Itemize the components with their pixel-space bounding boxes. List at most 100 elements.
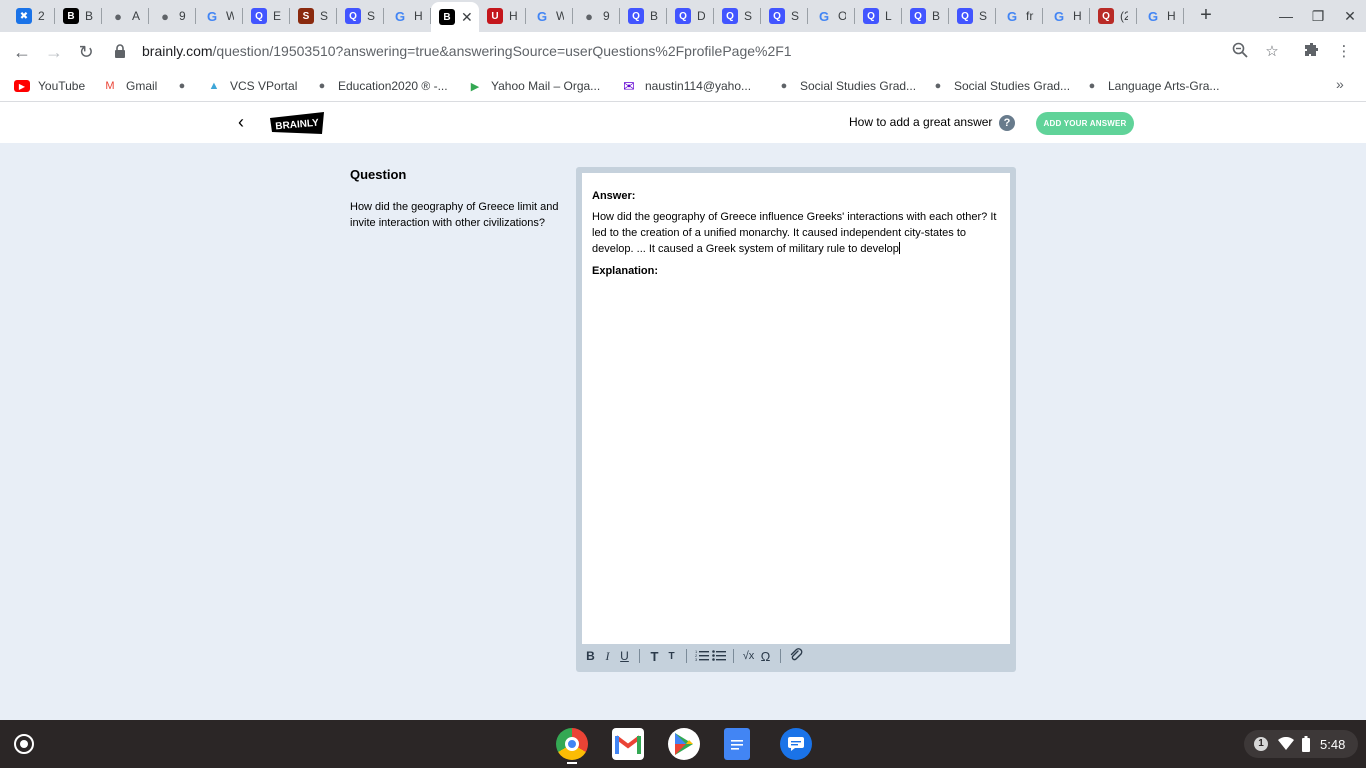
- browser-tab[interactable]: QS: [949, 4, 996, 28]
- notification-count-badge[interactable]: 1: [1254, 737, 1268, 751]
- bookmark-star-icon[interactable]: ☆: [1262, 42, 1282, 62]
- globe-icon: ●: [780, 80, 788, 92]
- google-icon: G: [394, 8, 406, 24]
- youtube-icon: ▶: [14, 80, 30, 92]
- browser-tab[interactable]: GO: [808, 4, 855, 28]
- bookmark-label: YouTube: [38, 79, 86, 93]
- browser-tab[interactable]: BB: [55, 4, 102, 28]
- wifi-icon: [1278, 736, 1294, 756]
- numbered-list-icon[interactable]: 123: [693, 649, 710, 664]
- browser-tab[interactable]: Q (2: [1090, 4, 1137, 28]
- browser-tab[interactable]: QS: [714, 4, 761, 28]
- globe-icon: ●: [585, 8, 593, 24]
- new-tab-button[interactable]: +: [1196, 5, 1216, 25]
- bookmark-item[interactable]: ● Education2020 ® -...: [314, 77, 448, 95]
- bookmark-item[interactable]: ▶ YouTube: [14, 77, 85, 95]
- browser-tab[interactable]: B ✕: [431, 2, 479, 32]
- browser-tab[interactable]: GW: [196, 4, 243, 28]
- browser-tab[interactable]: QL: [855, 4, 902, 28]
- math-formula-icon[interactable]: √x: [740, 650, 757, 662]
- add-your-answer-button[interactable]: ADD YOUR ANSWER: [1036, 112, 1134, 135]
- bookmark-item[interactable]: ●: [174, 77, 198, 95]
- forward-icon[interactable]: →: [42, 40, 66, 64]
- quizlet-icon: Q: [675, 8, 691, 24]
- italic-icon[interactable]: I: [599, 649, 616, 664]
- browser-tab[interactable]: QB: [620, 4, 667, 28]
- brainly-icon: B: [439, 9, 455, 25]
- globe-icon: ●: [318, 80, 326, 92]
- play-store-icon[interactable]: [668, 728, 700, 760]
- how-to-answer-link[interactable]: How to add a great answer: [849, 115, 992, 129]
- close-tab-icon[interactable]: ✕: [461, 9, 473, 26]
- tab-title: H: [414, 9, 422, 23]
- reload-icon[interactable]: ↻: [74, 40, 98, 64]
- answer-text[interactable]: How did the geography of Greece influenc…: [592, 209, 1004, 257]
- address-bar[interactable]: brainly.com/question/19503510?answering=…: [108, 37, 1288, 65]
- browser-tab[interactable]: QS: [337, 4, 384, 28]
- globe-icon: ●: [178, 80, 186, 92]
- browser-tab[interactable]: SS: [290, 4, 337, 28]
- bookmark-item[interactable]: ▶ Yahoo Mail – Orga...: [467, 77, 600, 95]
- browser-tab[interactable]: GH: [1137, 4, 1184, 28]
- bookmark-item[interactable]: ● Social Studies Grad...: [930, 77, 1070, 95]
- tab-title: 2: [38, 9, 45, 23]
- restore-icon[interactable]: ❐: [1308, 6, 1328, 26]
- attachment-icon[interactable]: [787, 647, 804, 665]
- heading-large-icon[interactable]: T: [646, 649, 663, 664]
- messages-icon[interactable]: [780, 728, 812, 760]
- chrome-icon[interactable]: [556, 728, 588, 760]
- back-chevron-icon[interactable]: ‹: [238, 112, 244, 133]
- quizlet-icon: Q: [910, 8, 926, 24]
- bookmark-item[interactable]: ✉ naustin114@yaho...: [621, 77, 751, 95]
- bookmarks-overflow-icon[interactable]: »: [1336, 76, 1344, 92]
- brainly-logo[interactable]: BRAINLY: [270, 112, 324, 134]
- quizlet-icon: Q: [345, 8, 361, 24]
- extensions-icon[interactable]: [1302, 42, 1322, 62]
- special-characters-icon[interactable]: Ω: [757, 649, 774, 664]
- tab-title: O: [838, 9, 846, 23]
- gmail-icon[interactable]: [612, 728, 644, 760]
- bookmark-item[interactable]: ● Language Arts-Gra...: [1084, 77, 1220, 95]
- browser-tab[interactable]: ● A: [102, 4, 149, 28]
- browser-tab[interactable]: GH: [1043, 4, 1090, 28]
- menu-kebab-icon[interactable]: ⋮: [1334, 42, 1354, 62]
- bookmark-label: VCS VPortal: [230, 79, 298, 93]
- close-window-icon[interactable]: ✕: [1340, 6, 1360, 26]
- back-icon[interactable]: ←: [10, 40, 34, 64]
- browser-tab[interactable]: QE: [243, 4, 290, 28]
- bookmark-label: Social Studies Grad...: [954, 79, 1071, 93]
- tab-title: S: [791, 9, 799, 23]
- answer-textarea[interactable]: Answer: How did the geography of Greece …: [582, 173, 1010, 644]
- browser-tab[interactable]: ● 9: [573, 4, 620, 28]
- underline-icon[interactable]: U: [616, 649, 633, 663]
- bold-icon[interactable]: B: [582, 649, 599, 663]
- svg-text:3: 3: [695, 657, 698, 661]
- bullet-list-icon[interactable]: [710, 649, 727, 664]
- heading-small-icon[interactable]: T: [663, 651, 680, 662]
- google-icon: G: [1053, 8, 1065, 24]
- help-icon[interactable]: ?: [999, 115, 1015, 131]
- browser-tab[interactable]: QB: [902, 4, 949, 28]
- minimize-icon[interactable]: —: [1276, 6, 1296, 26]
- system-clock[interactable]: 5:48: [1320, 737, 1345, 752]
- bookmark-item[interactable]: ● Social Studies Grad...: [776, 77, 916, 95]
- toolbar-divider: [780, 649, 781, 663]
- docs-icon[interactable]: [724, 728, 750, 760]
- browser-tab[interactable]: QD: [667, 4, 714, 28]
- yahoo-play-icon: ▶: [470, 80, 480, 93]
- browser-tab[interactable]: QS: [761, 4, 808, 28]
- launcher-icon[interactable]: [14, 734, 34, 754]
- bookmark-item[interactable]: M Gmail: [102, 77, 157, 95]
- bookmark-item[interactable]: ▲ VCS VPortal: [206, 77, 298, 95]
- bookmark-label: Language Arts-Gra...: [1108, 79, 1220, 93]
- browser-tab[interactable]: GH: [384, 4, 431, 28]
- tab-title: D: [697, 9, 705, 23]
- browser-tab[interactable]: UH: [479, 4, 526, 28]
- browser-tab[interactable]: ● 9: [149, 4, 196, 28]
- tab-title: E: [273, 9, 281, 23]
- quizlet-icon: Q: [769, 8, 785, 24]
- browser-tab[interactable]: ✖ 2: [8, 4, 55, 28]
- zoom-icon[interactable]: [1230, 42, 1250, 62]
- browser-tab[interactable]: Gfr: [996, 4, 1043, 28]
- browser-tab[interactable]: GW: [526, 4, 573, 28]
